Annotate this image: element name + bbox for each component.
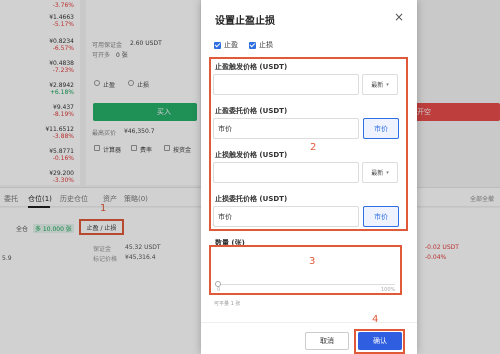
cancel-button[interactable]: 取消 [305, 332, 349, 350]
checkbox-checked-icon [249, 41, 256, 49]
annotation-4: 4 [372, 314, 379, 325]
close-icon[interactable]: × [394, 10, 404, 24]
annotation-2: 2 [310, 142, 317, 153]
footer-divider [201, 322, 417, 323]
annotation-3: 3 [309, 256, 316, 267]
closable-quantity: 可平量 1 张 [214, 301, 241, 307]
sl-checkbox[interactable]: 止损 [249, 40, 273, 50]
tp-checkbox-label: 止盈 [224, 41, 238, 49]
annotation-frame-2 [209, 57, 408, 231]
tp-checkbox[interactable]: 止盈 [214, 40, 238, 50]
annotation-frame-3 [209, 245, 402, 295]
modal-title: 设置止盈止损 [215, 16, 275, 27]
sl-checkbox-label: 止损 [259, 41, 273, 49]
annotation-frame-4 [354, 329, 405, 354]
checkbox-checked-icon [214, 41, 221, 49]
